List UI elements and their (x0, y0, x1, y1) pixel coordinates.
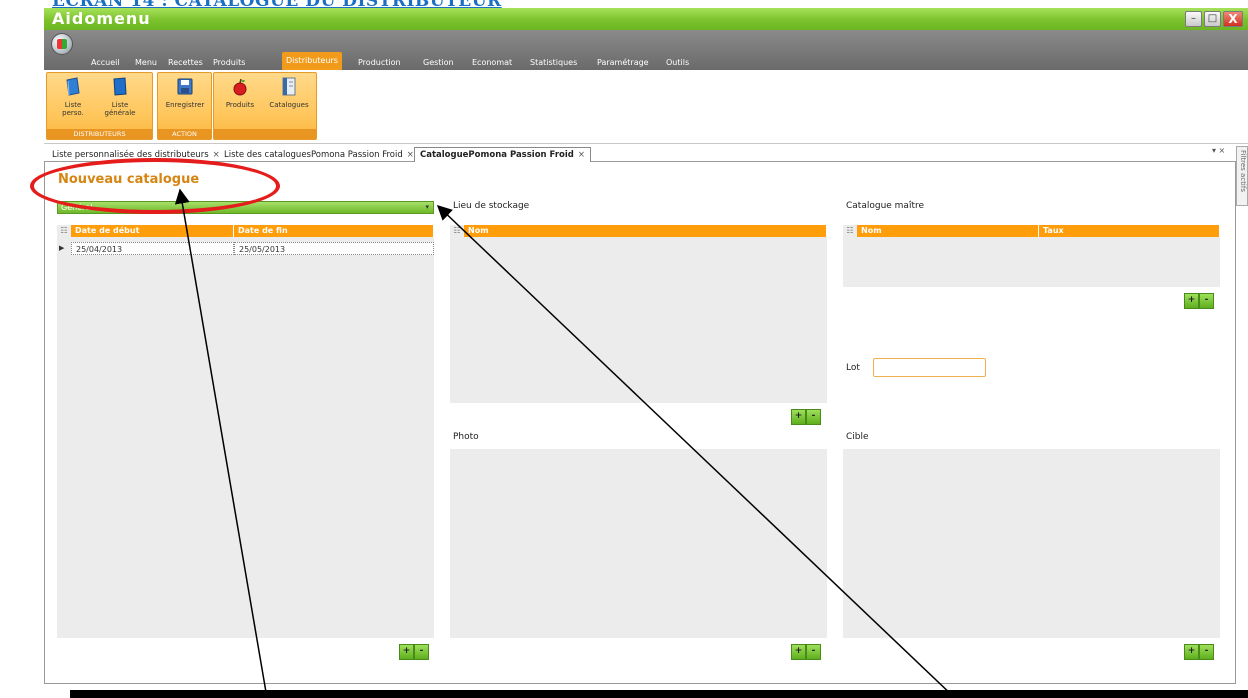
annotation-arrow (174, 188, 268, 698)
bottom-bar (70, 690, 1248, 698)
annotation-arrows (174, 188, 956, 698)
annotation-arrow (436, 204, 956, 698)
